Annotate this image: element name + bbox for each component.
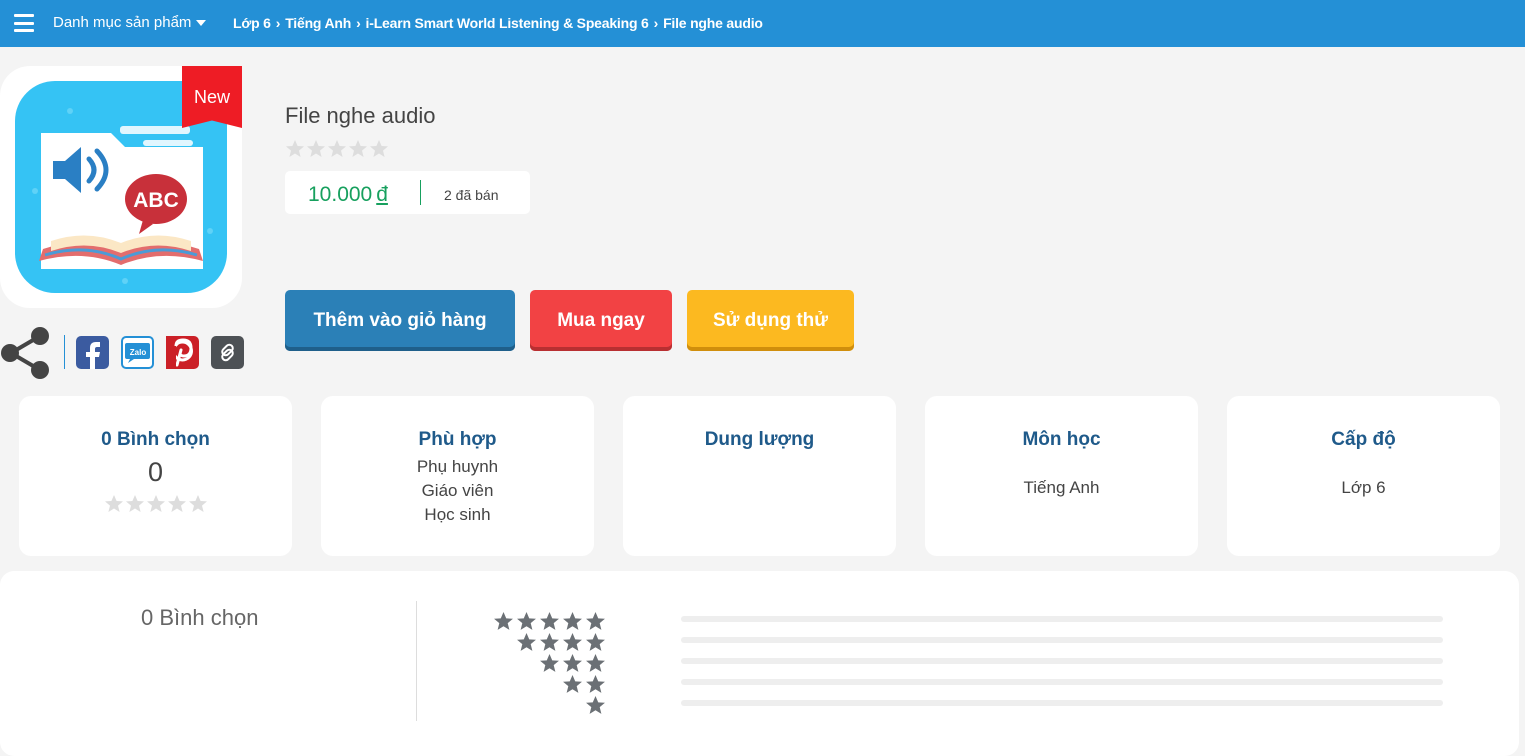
rating-divider — [416, 601, 417, 721]
star-icon — [586, 654, 605, 672]
star-icon — [563, 654, 582, 672]
rating-bar — [681, 700, 1443, 706]
star-icon — [167, 495, 186, 512]
star-icon — [328, 140, 346, 157]
pinterest-icon[interactable] — [166, 336, 199, 369]
rating-row-stars — [539, 653, 606, 674]
breadcrumb-item-current[interactable]: File nghe audio — [663, 15, 763, 31]
size-card-title: Dung lượng — [704, 429, 815, 450]
rating-row-stars — [493, 611, 606, 632]
audience-card-title: Phù hợp — [418, 429, 497, 450]
chevron-right-icon: › — [653, 15, 659, 31]
subject-card: Môn học Tiếng Anh — [925, 396, 1198, 556]
level-card: Cấp độ Lớp 6 — [1227, 396, 1500, 556]
votes-value: 0 — [147, 457, 164, 487]
star-icon — [563, 675, 582, 693]
audience-list: Phụ huynh Giáo viên Học sinh — [321, 455, 594, 527]
new-badge: New — [182, 66, 242, 128]
share-icon[interactable] — [0, 325, 52, 381]
star-icon — [563, 612, 582, 630]
price-divider — [420, 180, 421, 205]
audience-item: Phụ huynh — [416, 457, 499, 476]
rating-bar — [681, 658, 1443, 664]
catalog-label: Danh mục sản phẩm — [53, 14, 192, 31]
price: 10.000 đ — [308, 183, 388, 207]
share-divider — [64, 335, 65, 369]
top-bar: Danh mục sản phẩm Lớp 6 › Tiếng Anh › i-… — [0, 0, 1525, 47]
catalog-dropdown[interactable]: Danh mục sản phẩm — [53, 14, 207, 31]
star-icon — [586, 633, 605, 651]
votes-card-title: 0 Bình chọn — [101, 429, 210, 450]
star-icon — [586, 612, 605, 630]
star-icon — [104, 495, 123, 512]
star-icon — [517, 612, 536, 630]
star-icon — [349, 140, 367, 157]
rating-row-stars — [562, 674, 606, 695]
currency: đ — [376, 183, 388, 206]
star-icon — [146, 495, 165, 512]
star-icon — [307, 140, 325, 157]
star-icon — [540, 633, 559, 651]
rating-row-stars — [585, 695, 606, 716]
breadcrumb-item-book[interactable]: i-Learn Smart World Listening & Speaking… — [366, 15, 649, 31]
star-icon — [494, 612, 513, 630]
rating-count: 0 Bình chọn — [141, 605, 259, 630]
rating-bar — [681, 637, 1443, 643]
rating-bar — [681, 616, 1443, 622]
breadcrumb-item-subject[interactable]: Tiếng Anh — [285, 15, 351, 31]
subject-card-title: Môn học — [1022, 429, 1101, 450]
level-value: Lớp 6 — [1341, 478, 1386, 497]
abc-text: ABC — [133, 189, 179, 212]
sold-count: 2 đã bán — [444, 187, 499, 203]
audience-item: Học sinh — [424, 505, 491, 524]
star-icon — [540, 612, 559, 630]
facebook-icon[interactable] — [76, 336, 109, 369]
star-icon — [125, 495, 144, 512]
rating-bar — [681, 679, 1443, 685]
star-icon — [563, 633, 582, 651]
link-icon[interactable] — [211, 336, 244, 369]
chevron-right-icon: › — [356, 15, 361, 31]
star-icon — [586, 696, 605, 714]
votes-stars — [19, 494, 292, 514]
star-icon — [586, 675, 605, 693]
buy-now-button[interactable]: Mua ngay — [530, 290, 672, 351]
menu-icon[interactable] — [14, 14, 34, 32]
product-rating-stars — [285, 139, 389, 159]
price-box: 10.000 đ 2 đã bán — [285, 171, 530, 214]
star-icon — [517, 633, 536, 651]
size-card: Dung lượng — [623, 396, 896, 556]
star-icon — [540, 654, 559, 672]
subject-value: Tiếng Anh — [1023, 478, 1100, 497]
star-icon — [370, 140, 388, 157]
audience-item: Giáo viên — [421, 481, 494, 500]
price-value: 10.000 — [308, 183, 373, 206]
star-icon — [188, 495, 207, 512]
audience-card: Phù hợp Phụ huynh Giáo viên Học sinh — [321, 396, 594, 556]
zalo-icon[interactable]: Zalo — [121, 336, 154, 369]
breadcrumb-item-grade[interactable]: Lớp 6 — [233, 15, 271, 31]
rating-summary: 0 Bình chọn — [0, 571, 1519, 756]
breadcrumb: Lớp 6 › Tiếng Anh › i-Learn Smart World … — [233, 15, 763, 31]
try-button[interactable]: Sử dụng thử — [687, 290, 854, 351]
chevron-right-icon: › — [275, 15, 281, 31]
level-card-title: Cấp độ — [1331, 429, 1396, 450]
caret-down-icon — [196, 19, 207, 26]
product-title: File nghe audio — [285, 103, 436, 128]
add-to-cart-button[interactable]: Thêm vào giỏ hàng — [285, 290, 515, 351]
rating-row-stars — [516, 632, 606, 653]
votes-card: 0 Bình chọn 0 — [19, 396, 292, 556]
zalo-label: Zalo — [130, 348, 147, 357]
star-icon — [286, 140, 304, 157]
